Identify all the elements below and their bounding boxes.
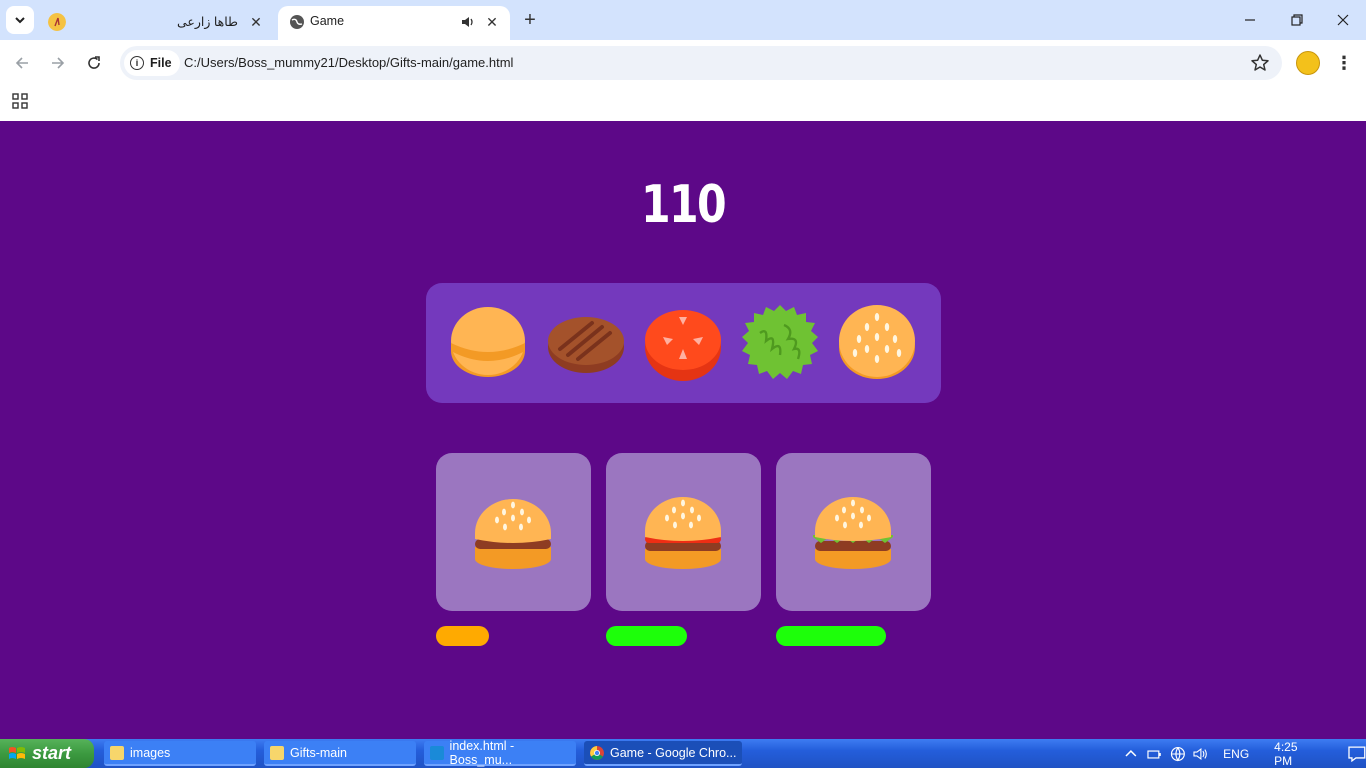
tab-active[interactable]: Game ✕: [278, 6, 510, 40]
start-label: start: [32, 743, 72, 763]
burger-tomato-icon: [645, 497, 721, 569]
folder-icon: [270, 745, 284, 760]
chevron-down-icon: [15, 17, 25, 24]
lettuce-icon[interactable]: [740, 303, 820, 383]
top-bun-icon[interactable]: [837, 303, 917, 383]
burger-patty-icon: [475, 499, 551, 569]
url-text[interactable]: C:/Users/Boss_mummy21/Desktop/Gifts-main…: [184, 55, 513, 70]
back-button[interactable]: [8, 49, 36, 77]
clock[interactable]: 4:25 PM: [1274, 740, 1318, 768]
windows-logo-icon: [9, 746, 25, 759]
chevron-up-icon[interactable]: [1124, 747, 1138, 761]
bottom-bun-icon[interactable]: [448, 303, 528, 383]
tab-title: طاها زارعی: [176, 15, 238, 29]
address-bar[interactable]: i File C:/Users/Boss_mummy21/Desktop/Gif…: [120, 46, 1282, 80]
start-button[interactable]: start: [0, 739, 94, 768]
tab-search-button[interactable]: [6, 6, 34, 34]
taskbar-item-chrome[interactable]: Game - Google Chro...: [584, 741, 742, 766]
browser-toolbar: i File C:/Users/Boss_mummy21/Desktop/Gif…: [0, 40, 1366, 86]
globe-icon: [290, 15, 304, 29]
tab-close-icon[interactable]: ✕: [482, 12, 502, 32]
order-timer-bar: [776, 626, 886, 646]
arrow-left-icon: [15, 57, 28, 69]
arrow-right-icon: [52, 57, 65, 69]
language-indicator[interactable]: ENG: [1223, 747, 1249, 761]
menu-kebab-icon[interactable]: ⋮: [1334, 51, 1354, 75]
speaker-icon[interactable]: [458, 12, 478, 32]
patty-icon[interactable]: [546, 303, 626, 383]
system-tray: ENG 4:25 PM: [1118, 739, 1366, 768]
reload-button[interactable]: [80, 49, 108, 77]
new-tab-button[interactable]: +: [518, 8, 542, 32]
site-info-chip[interactable]: i File: [124, 50, 180, 76]
minimize-button[interactable]: [1230, 6, 1270, 34]
order-card[interactable]: [436, 453, 591, 611]
taskbar-item-vscode[interactable]: index.html - Boss_mu...: [424, 739, 576, 767]
battery-icon[interactable]: [1146, 747, 1162, 761]
notification-icon[interactable]: [1348, 745, 1366, 762]
taskbar-item-images[interactable]: images: [104, 741, 256, 766]
burger-lettuce-icon: [813, 497, 893, 569]
tab-inactive[interactable]: طاها زارعی ✕: [38, 6, 274, 40]
apps-grid-icon[interactable]: [12, 93, 28, 109]
ingredient-tray: [426, 283, 941, 403]
info-icon: i: [130, 56, 144, 70]
chrome-icon: [590, 745, 604, 760]
order-card[interactable]: [776, 453, 931, 611]
taskbar: start images Gifts-main index.html - Bos…: [0, 739, 1366, 768]
game-page: 110: [0, 121, 1366, 739]
volume-icon[interactable]: [1193, 747, 1209, 761]
order-timer-bar: [606, 626, 687, 646]
close-window-button[interactable]: [1323, 6, 1363, 34]
tomato-icon[interactable]: [643, 303, 723, 383]
bookmark-star-icon[interactable]: [1250, 53, 1270, 73]
reload-icon: [88, 56, 100, 69]
bookmarks-bar: [0, 86, 1366, 121]
vscode-icon: [430, 745, 444, 760]
score-display: 110: [640, 175, 727, 235]
folder-icon: [110, 745, 124, 760]
scheme-label: File: [150, 56, 172, 70]
restore-button[interactable]: [1277, 6, 1317, 34]
order-card[interactable]: [606, 453, 761, 611]
tab-title: Game: [310, 14, 345, 28]
network-globe-icon[interactable]: [1170, 746, 1186, 762]
site-favicon-icon: [48, 13, 66, 31]
order-timer-bar: [436, 626, 489, 646]
forward-button[interactable]: [44, 49, 72, 77]
profile-avatar[interactable]: [1296, 51, 1320, 75]
tab-strip: طاها زارعی ✕ Game ✕ +: [0, 0, 1366, 40]
taskbar-item-gifts-main[interactable]: Gifts-main: [264, 741, 416, 766]
tab-close-icon[interactable]: ✕: [246, 12, 266, 32]
